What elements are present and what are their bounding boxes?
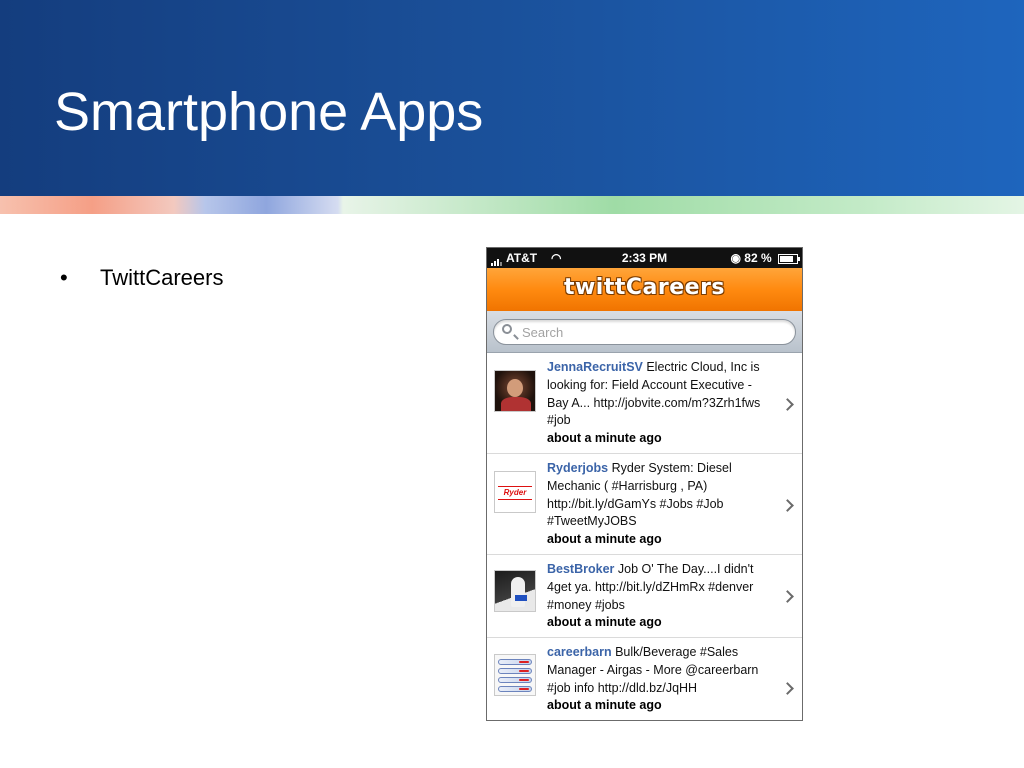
tweet-feed: JennaRecruitSV Electric Cloud, Inc is lo… <box>487 353 802 720</box>
chevron-right-icon[interactable] <box>781 398 794 411</box>
ryder-logo: Ryder <box>498 486 532 500</box>
alarm-icon: ◉ <box>730 251 741 265</box>
bullet-marker: • <box>60 265 68 290</box>
tweet-content: Ryderjobs Ryder System: Diesel Mechanic … <box>547 460 773 549</box>
tweet-timestamp: about a minute ago <box>547 615 662 630</box>
tweet-row[interactable]: BestBroker Job O' The Day....I didn't 4g… <box>487 555 802 638</box>
battery-percent: 82 % <box>744 251 772 265</box>
status-bar: AT&T ◠ 2:33 PM ◉ 82 % <box>487 248 802 268</box>
tweet-content: careerbarn Bulk/Beverage #Sales Manager … <box>547 644 773 715</box>
tweet-content: BestBroker Job O' The Day....I didn't 4g… <box>547 561 773 632</box>
battery-icon <box>778 253 800 264</box>
avatar-ryderjobs: Ryder <box>494 471 536 513</box>
tweet-timestamp: about a minute ago <box>547 431 662 446</box>
search-bar <box>487 311 802 353</box>
phone-screenshot: AT&T ◠ 2:33 PM ◉ 82 % twittCareers Jenna… <box>486 247 803 721</box>
app-header: twittCareers <box>487 268 802 311</box>
twittcareers-logo: twittCareers <box>563 275 726 300</box>
avatar-careerbarn <box>494 654 536 696</box>
tweet-row[interactable]: Ryder Ryderjobs Ryder System: Diesel Mec… <box>487 454 802 555</box>
tweet-content: JennaRecruitSV Electric Cloud, Inc is lo… <box>547 359 773 448</box>
accent-stripe <box>0 196 1024 214</box>
tweet-timestamp: about a minute ago <box>547 532 662 547</box>
chevron-right-icon[interactable] <box>781 682 794 695</box>
avatar-bestbroker <box>494 570 536 612</box>
search-input[interactable] <box>522 324 772 340</box>
tweet-username[interactable]: JennaRecruitSV <box>547 360 643 374</box>
tweet-username[interactable]: Ryderjobs <box>547 461 608 475</box>
search-icon <box>502 324 512 334</box>
chevron-right-icon[interactable] <box>781 499 794 512</box>
status-right: ◉ 82 % <box>730 251 800 265</box>
tweet-row[interactable]: careerbarn Bulk/Beverage #Sales Manager … <box>487 638 802 720</box>
tweet-timestamp: about a minute ago <box>547 698 662 713</box>
bullet-item-twittcareers: TwittCareers <box>100 265 224 290</box>
chevron-right-icon[interactable] <box>781 590 794 603</box>
avatar-jennarecruitsv <box>494 370 536 412</box>
search-box[interactable] <box>493 319 796 345</box>
slide-header-band: Smartphone Apps <box>0 0 1024 196</box>
slide-title: Smartphone Apps <box>54 82 484 142</box>
tweet-username[interactable]: BestBroker <box>547 562 614 576</box>
tweet-row[interactable]: JennaRecruitSV Electric Cloud, Inc is lo… <box>487 353 802 454</box>
tweet-username[interactable]: careerbarn <box>547 645 612 659</box>
